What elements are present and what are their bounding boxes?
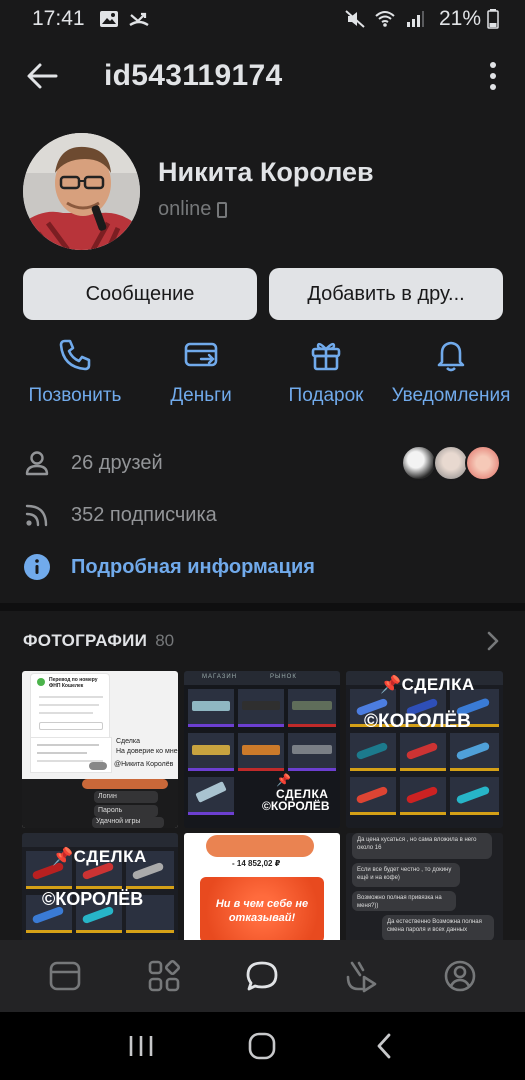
notifications-label: Уведомления bbox=[391, 385, 511, 406]
profile-name: Никита Королев bbox=[158, 157, 374, 187]
friends-count: 26 друзей bbox=[71, 451, 163, 474]
followers-count: 352 подписчика bbox=[71, 503, 217, 526]
profile-header: Никита Королев online bbox=[23, 133, 503, 251]
battery-icon bbox=[487, 9, 499, 29]
deal-overlay: 📌СДЕЛКА bbox=[380, 675, 475, 694]
bell-icon bbox=[437, 341, 465, 372]
chevron-right-icon bbox=[487, 631, 499, 651]
friend-avatar bbox=[401, 445, 437, 481]
section-divider bbox=[0, 603, 525, 611]
home-circle-icon bbox=[249, 1032, 276, 1060]
details-row[interactable]: Подробная информация bbox=[23, 549, 503, 585]
photo-tile[interactable]: Да цена кусаться , но сама вложила в нег… bbox=[346, 833, 503, 941]
page-title: id543119174 bbox=[104, 59, 283, 92]
details-link: Подробная информация bbox=[71, 555, 315, 578]
phone-icon bbox=[59, 339, 91, 371]
recent-apps-icon bbox=[129, 1036, 153, 1056]
profile-icon bbox=[444, 960, 475, 992]
mobile-icon bbox=[217, 201, 228, 218]
friend-avatar bbox=[433, 445, 469, 481]
recent-apps-button[interactable] bbox=[121, 1026, 161, 1066]
gift-label: Подарок bbox=[288, 385, 364, 406]
followers-row[interactable]: 352 подписчика bbox=[23, 497, 503, 533]
photo-tile[interactable]: 📌СДЕЛКА ©КОРОЛЁВ bbox=[346, 671, 503, 828]
call-label: Позвонить bbox=[28, 385, 122, 406]
money-transfer-icon bbox=[184, 342, 218, 367]
status-time: 17:41 bbox=[32, 7, 85, 30]
money-action[interactable]: Деньги bbox=[165, 337, 237, 407]
gallery-notification-icon bbox=[99, 11, 118, 27]
gift-icon bbox=[311, 342, 341, 371]
mute-icon bbox=[345, 10, 365, 28]
receipt-image: Перевод по номеру ФНП Кошелек bbox=[30, 673, 110, 745]
avatar-photo bbox=[23, 133, 140, 250]
call-action[interactable]: Позвонить bbox=[26, 337, 124, 407]
photo-tile[interactable]: МАГАЗИН РЫНОК 📌 СДЕЛКА ©КОРОЛЁВ bbox=[184, 671, 340, 828]
photos-header[interactable]: ФОТОГРАФИИ 80 bbox=[23, 628, 503, 654]
tab-messages[interactable] bbox=[239, 953, 285, 999]
avatar[interactable] bbox=[23, 133, 140, 250]
deal-overlay: 📌СДЕЛКА bbox=[52, 847, 147, 866]
bottom-tab-bar bbox=[0, 940, 525, 1012]
money-label: Деньги bbox=[170, 385, 232, 406]
photo-tile[interactable]: - 14 852,02 ₽ Ни в чем себе не отказывай… bbox=[184, 833, 340, 941]
battery-percent: 21% bbox=[438, 7, 481, 30]
message-button[interactable]: Сообщение bbox=[23, 268, 257, 320]
promo-banner: Ни в чем себе не отказывай! bbox=[200, 877, 324, 941]
info-icon bbox=[24, 554, 50, 580]
user-icon bbox=[25, 451, 49, 476]
signal-icon bbox=[406, 11, 424, 27]
friend-avatar bbox=[465, 445, 501, 481]
tab-profile[interactable] bbox=[437, 953, 483, 999]
arrow-left-icon bbox=[27, 63, 58, 89]
home-button[interactable] bbox=[242, 1026, 282, 1066]
deal-overlay: 📌 СДЕЛКА bbox=[276, 773, 329, 801]
tab-home[interactable] bbox=[42, 953, 88, 999]
tab-services[interactable] bbox=[141, 953, 187, 999]
tab-clips[interactable] bbox=[338, 953, 384, 999]
photo-tile[interactable]: Перевод по номеру ФНП Кошелек Сделка На … bbox=[22, 671, 178, 828]
photos-count: 80 bbox=[155, 631, 175, 650]
photos-title: ФОТОГРАФИИ bbox=[23, 631, 148, 650]
friends-avatars[interactable] bbox=[401, 445, 501, 483]
online-status-text: online bbox=[158, 198, 212, 220]
back-button[interactable] bbox=[22, 56, 62, 96]
gift-action[interactable]: Подарок bbox=[285, 337, 367, 407]
services-icon bbox=[148, 959, 180, 992]
home-icon bbox=[49, 961, 81, 991]
action-row: Позвонить Деньги Подарок Уведомления bbox=[0, 337, 525, 417]
add-friend-button[interactable]: Добавить в дру... bbox=[269, 268, 503, 320]
system-nav-bar bbox=[0, 1012, 525, 1080]
chat-icon bbox=[247, 961, 278, 991]
chevron-left-icon bbox=[377, 1033, 391, 1059]
profile-buttons: Сообщение Добавить в дру... bbox=[23, 268, 503, 320]
photo-grid: Перевод по номеру ФНП Кошелек Сделка На … bbox=[22, 671, 503, 941]
missed-call-icon bbox=[128, 12, 149, 27]
back-nav-button[interactable] bbox=[364, 1026, 404, 1066]
deal-caption: Сделка На доверие ко мне bbox=[116, 738, 178, 755]
notifications-action[interactable]: Уведомления bbox=[389, 337, 513, 407]
app-bar: id543119174 bbox=[0, 46, 525, 106]
photo-tile[interactable]: 📌СДЕЛКА ©КОРОЛЁВ bbox=[22, 833, 178, 941]
rss-icon bbox=[25, 504, 48, 527]
wifi-icon bbox=[375, 11, 395, 27]
online-status: online bbox=[158, 198, 228, 221]
more-options-icon[interactable] bbox=[485, 60, 501, 92]
status-bar: 17:41 21% bbox=[0, 0, 525, 38]
clips-icon bbox=[346, 961, 377, 993]
